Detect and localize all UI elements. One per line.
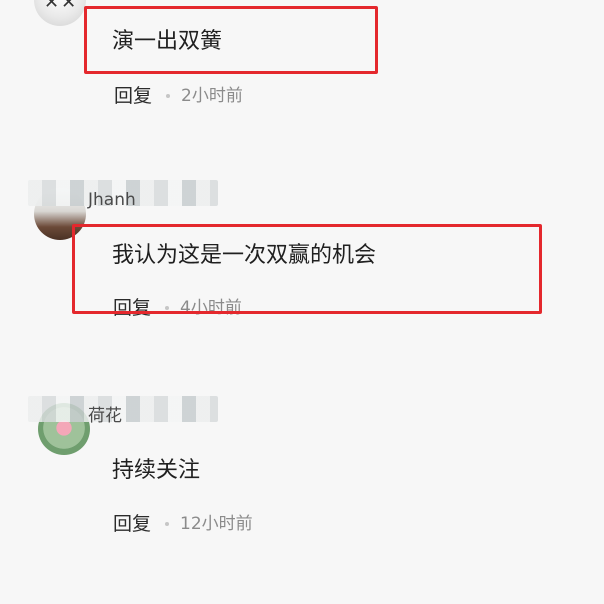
- separator-dot: [166, 94, 171, 98]
- username[interactable]: 荷花: [28, 394, 218, 426]
- comment-meta: 回复 2小时前: [114, 84, 243, 108]
- user-avatar[interactable]: ✕✕: [34, 0, 86, 26]
- comment-time: 4小时前: [180, 298, 242, 318]
- username-blur: [28, 396, 218, 422]
- reply-button[interactable]: 回复: [113, 512, 151, 536]
- separator-dot: [165, 306, 170, 310]
- comment-meta: 回复 12小时前: [113, 512, 253, 536]
- comment-text: 演一出双簧: [112, 29, 223, 54]
- reply-button[interactable]: 回复: [113, 296, 151, 320]
- comment-time: 2小时前: [181, 86, 243, 106]
- comment-time: 12小时前: [180, 514, 253, 534]
- avatar-face-icon: ✕✕: [44, 0, 79, 13]
- username[interactable]: Jhanh: [28, 178, 218, 210]
- comment-text: 持续关注: [112, 458, 201, 483]
- reply-button[interactable]: 回复: [114, 84, 152, 108]
- comment-text: 我认为这是一次双赢的机会: [112, 243, 377, 268]
- comment-meta: 回复 4小时前: [113, 296, 242, 320]
- separator-dot: [165, 522, 170, 526]
